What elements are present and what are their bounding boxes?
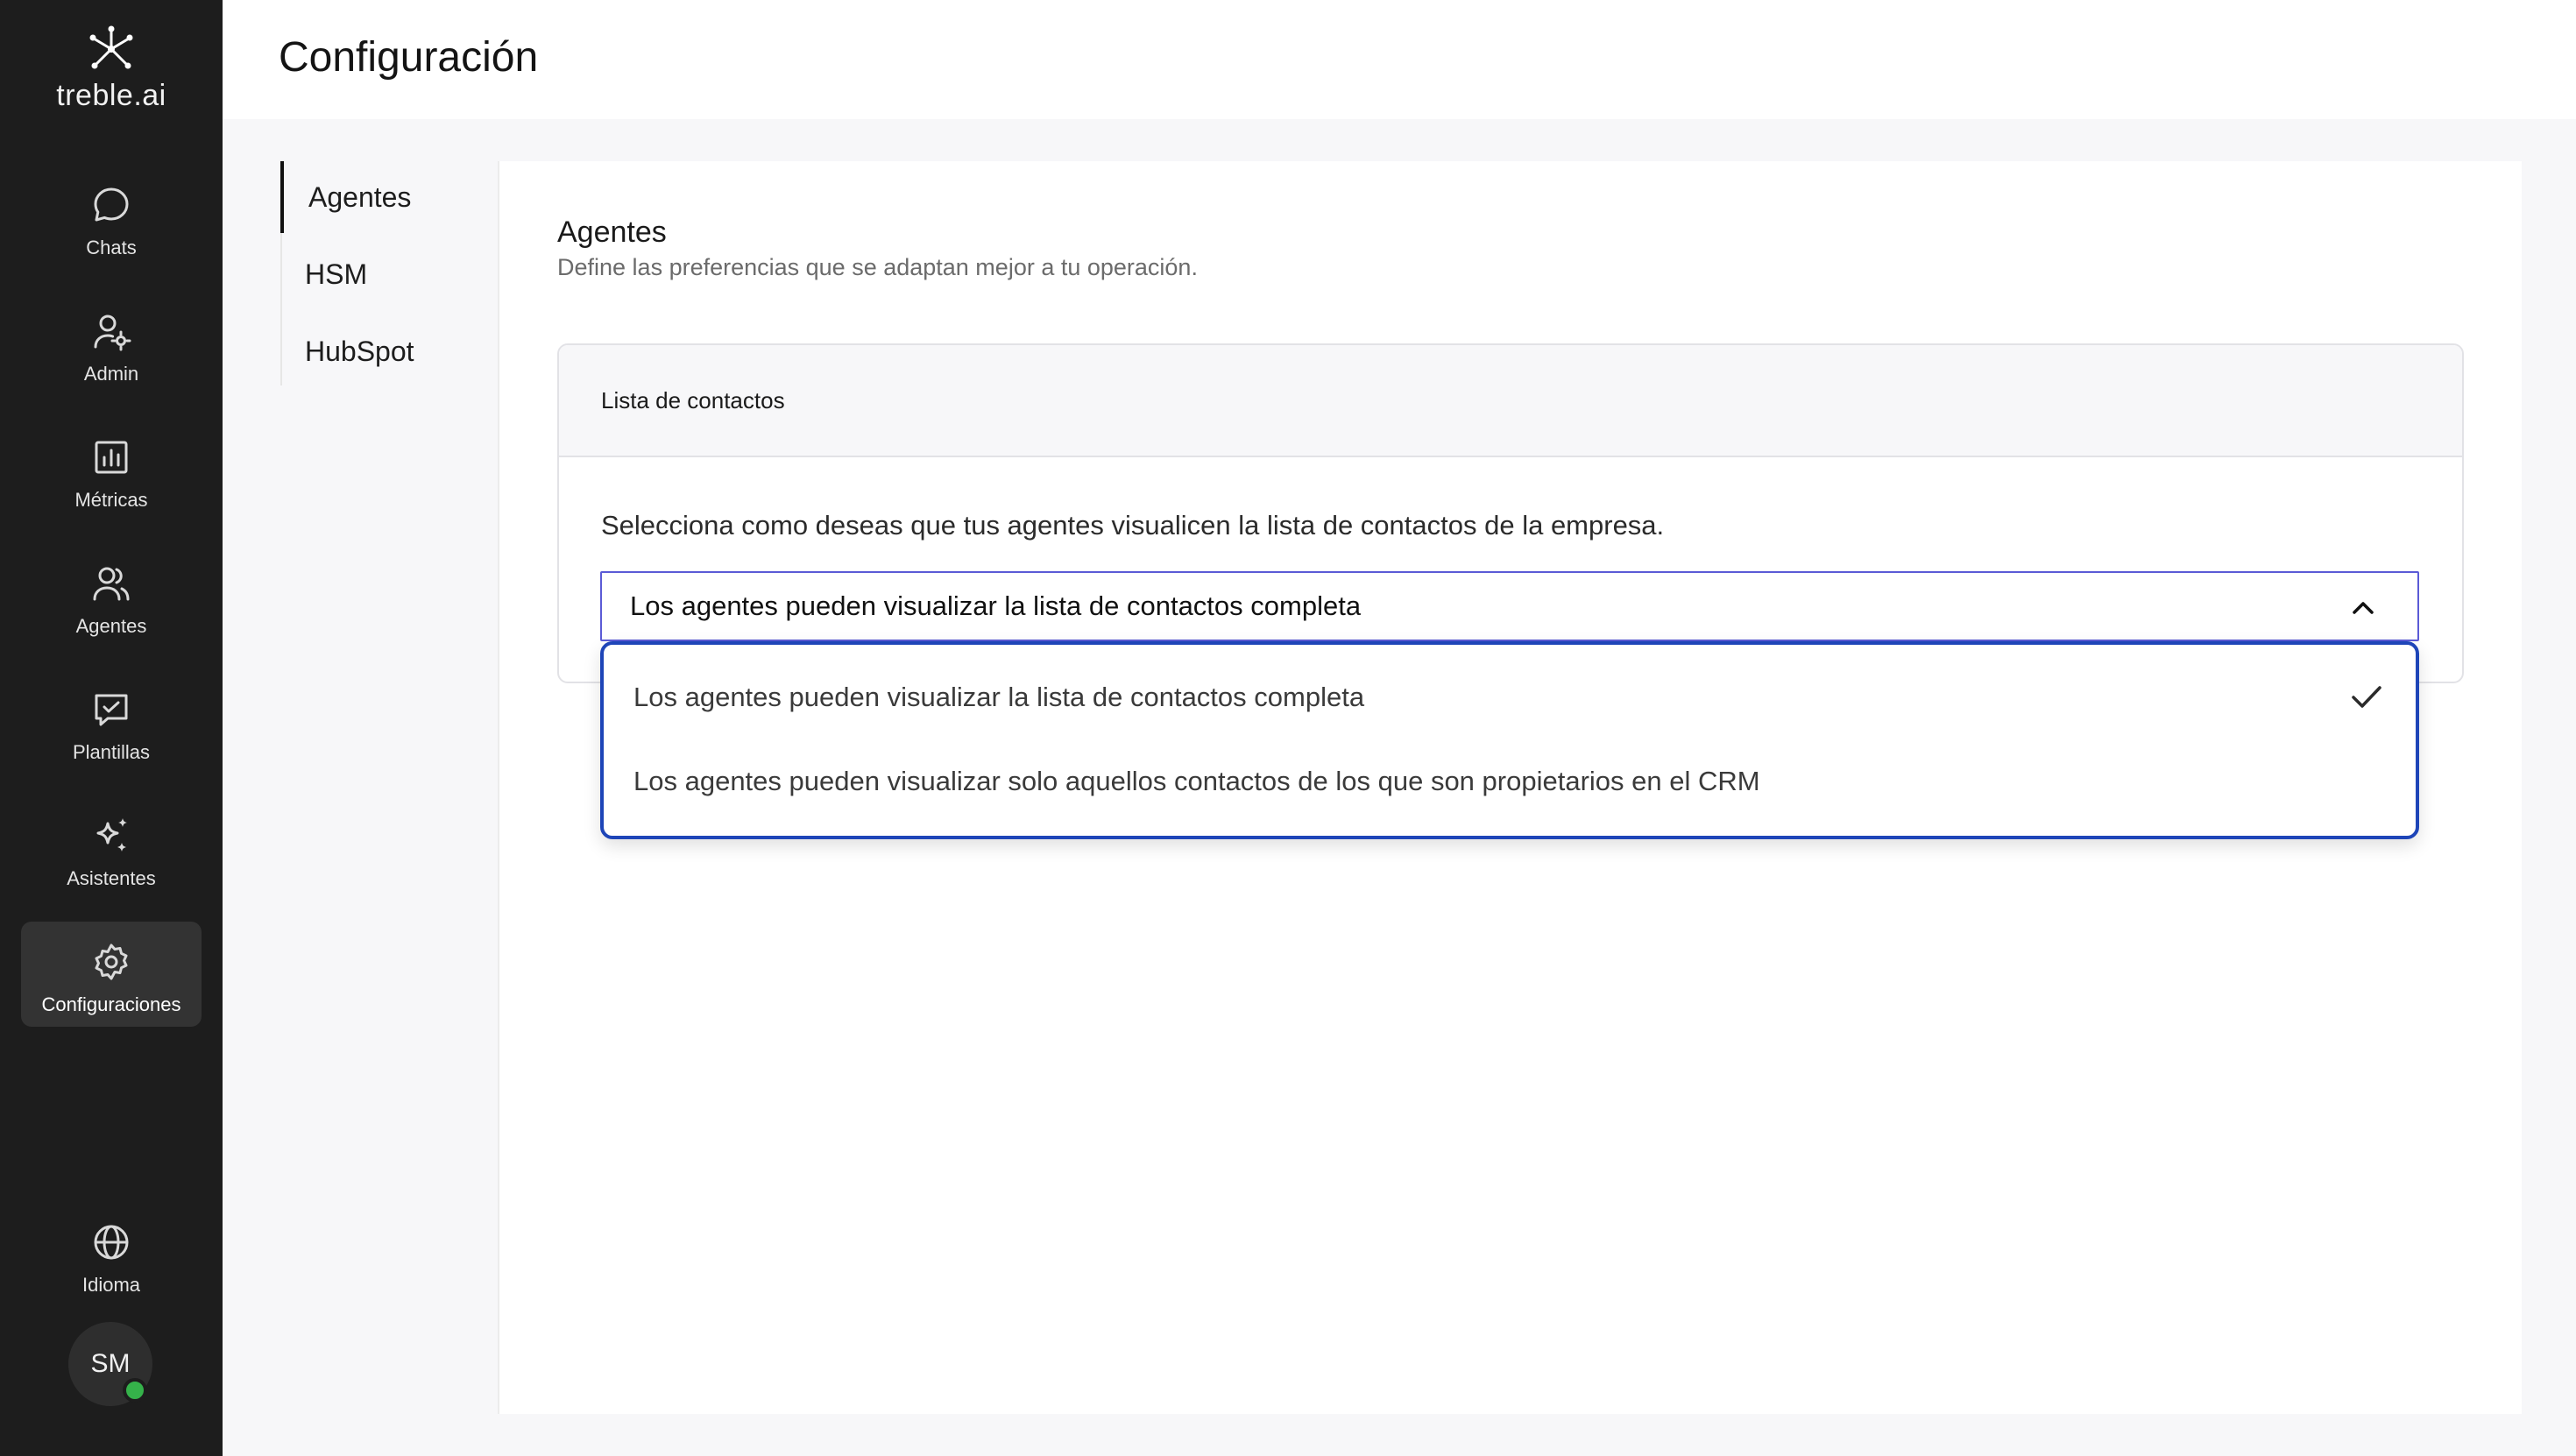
sidebar-item-configuraciones[interactable]: Configuraciones <box>21 922 202 1027</box>
option-label: Los agentes pueden visualizar la lista d… <box>633 682 1365 712</box>
subnav-item-hsm[interactable]: HSM <box>282 238 498 310</box>
sidebar-item-label: Asistentes <box>67 867 156 889</box>
section-title: Agentes <box>557 216 667 249</box>
sidebar-item-label: Chats <box>86 237 137 258</box>
sidebar-item-plantillas[interactable]: Plantillas <box>21 669 202 774</box>
user-gear-icon <box>94 315 131 351</box>
page-header: Configuración <box>223 0 2576 119</box>
sidebar-item-admin[interactable]: Admin <box>21 291 202 396</box>
dropdown-option-owned-contacts[interactable]: Los agentes pueden visualizar solo aquel… <box>604 739 2416 823</box>
page-title: Configuración <box>279 34 539 81</box>
subnav-item-agentes[interactable]: Agentes <box>280 161 496 233</box>
sidebar-item-label: Idioma <box>81 1274 141 1296</box>
sidebar-item-asistentes[interactable]: Asistentes <box>21 795 202 901</box>
sidebar-item-label: Agentes <box>75 615 147 637</box>
sidebar-item-label: Métricas <box>74 489 148 511</box>
treble-logo-icon <box>89 25 133 69</box>
card-title: Lista de contactos <box>601 387 785 413</box>
chevron-up-icon[interactable] <box>2347 592 2379 624</box>
sidebar-item-chats[interactable]: Chats <box>21 165 202 270</box>
select-dropdown-menu: Los agentes pueden visualizar la lista d… <box>600 641 2419 839</box>
template-check-icon <box>95 694 128 726</box>
settings-subnav: Agentes HSM HubSpot <box>280 161 498 385</box>
gear-icon <box>95 944 128 980</box>
option-label: Los agentes pueden visualizar solo aquel… <box>633 766 1760 796</box>
chat-bubble-icon <box>94 187 129 222</box>
users-icon <box>93 567 130 601</box>
online-status-indicator <box>123 1378 147 1403</box>
sidebar-item-agentes[interactable]: Agentes <box>21 543 202 648</box>
check-icon <box>2352 686 2381 708</box>
sidebar: treble.ai Chats Admin Métricas Agentes P… <box>0 0 223 1456</box>
sidebar-item-label: Admin <box>83 363 139 385</box>
subnav-item-hubspot[interactable]: HubSpot <box>282 315 498 387</box>
sidebar-item-label: Configuraciones <box>41 993 181 1015</box>
brand-logo[interactable]: treble.ai <box>0 25 223 113</box>
card-description: Selecciona como deseas que tus agentes v… <box>601 510 1665 541</box>
card-header: Lista de contactos <box>559 345 2462 457</box>
dropdown-option-full-list[interactable]: Los agentes pueden visualizar la lista d… <box>604 655 2416 739</box>
contact-visibility-select[interactable]: Los agentes pueden visualizar la lista d… <box>600 571 2419 641</box>
bar-chart-icon <box>95 441 128 474</box>
sidebar-item-idioma[interactable]: Idioma <box>21 1202 202 1307</box>
select-value: Los agentes pueden visualizar la lista d… <box>630 590 1362 621</box>
sidebar-item-label: Plantillas <box>72 741 151 763</box>
globe-icon <box>94 1225 129 1260</box>
sidebar-item-metricas[interactable]: Métricas <box>21 417 202 522</box>
section-subtitle: Define las preferencias que se adaptan m… <box>557 254 1198 280</box>
brand-name: treble.ai <box>56 79 166 112</box>
sparkles-icon <box>96 818 127 852</box>
